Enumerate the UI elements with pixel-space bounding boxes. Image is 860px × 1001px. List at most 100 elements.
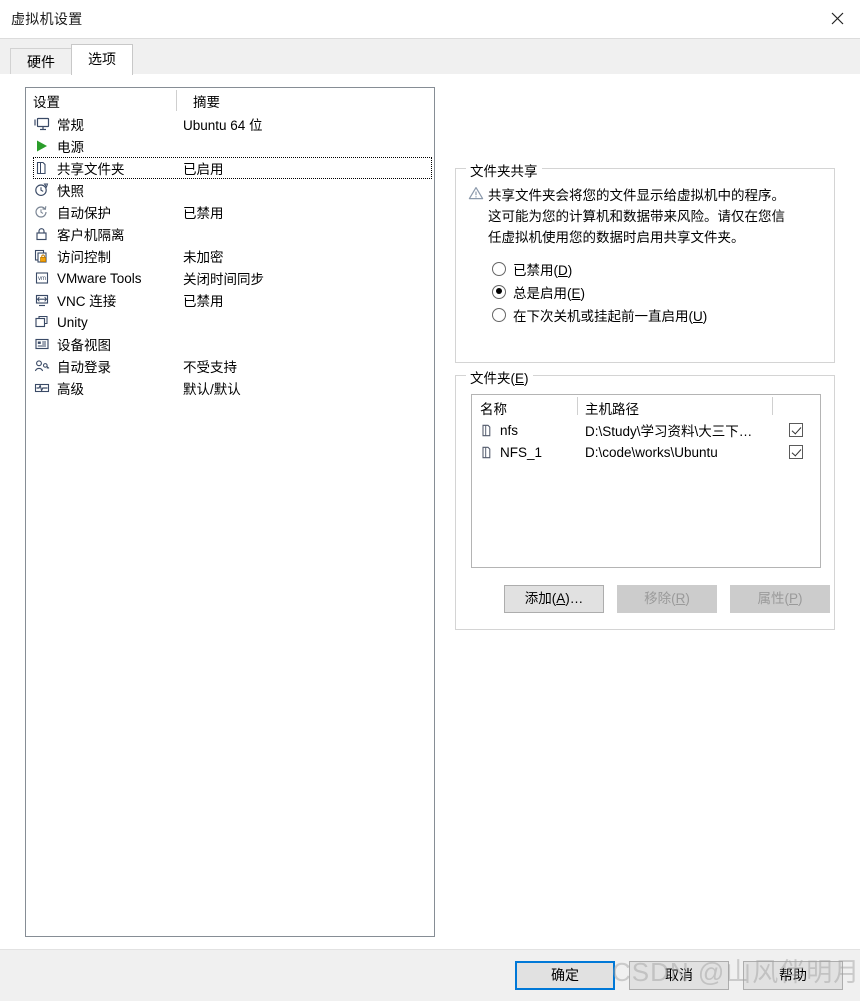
folder-icon: [33, 160, 51, 176]
folder-icon: [480, 424, 494, 437]
folders-group-label: 文件夹(E): [466, 367, 533, 387]
remove-folder-button[interactable]: 移除(R): [617, 585, 717, 613]
settings-row-summary: 已禁用: [183, 206, 224, 221]
folders-column-header-name: 名称: [480, 402, 507, 417]
tab-options[interactable]: 选项: [71, 44, 133, 75]
radio-mark: [492, 261, 506, 276]
folder-sharing-radio-group: 已禁用(D) 总是启用(E) 在下次关机或挂起前一直启用(U): [456, 248, 834, 326]
settings-row-label: 设备视图: [57, 338, 111, 353]
settings-row-label: 常规: [57, 118, 84, 133]
title-bar: 虚拟机设置: [0, 0, 860, 39]
folders-row-host-path: D:\code\works\Ubuntu: [585, 444, 718, 460]
folders-row-name-cell: nfs: [472, 423, 577, 438]
radio-disabled[interactable]: 已禁用(D): [492, 257, 834, 280]
folders-table-header: 名称 主机路径: [472, 395, 820, 419]
settings-row-summary: 已启用: [183, 162, 224, 177]
ok-button[interactable]: 确定: [515, 961, 615, 990]
settings-row-label: VNC 连接: [57, 294, 117, 309]
folders-row-enabled-cell[interactable]: [772, 423, 820, 437]
window-title: 虚拟机设置: [11, 11, 83, 27]
settings-row-label: 快照: [57, 184, 84, 199]
settings-row-power[interactable]: 电源: [26, 135, 434, 157]
settings-row-summary: 未加密: [183, 250, 224, 265]
settings-row-label: VMware Tools: [57, 270, 142, 286]
folder-sharing-group: 文件夹共享 共享文件夹会将您的文件显示给虚拟机中的程序。这可能为您的计算机和数据…: [455, 160, 835, 363]
settings-row-label: 自动登录: [57, 360, 111, 375]
settings-column-header-name: 设置: [33, 95, 60, 110]
snapshot-icon: [33, 182, 51, 198]
settings-row-device-view[interactable]: 设备视图: [26, 333, 434, 355]
folder-properties-button[interactable]: 属性(P): [730, 585, 830, 613]
settings-row-vnc[interactable]: VNC 连接 已禁用: [26, 289, 434, 311]
folders-header-divider-2: [772, 397, 773, 415]
device-view-icon: [33, 336, 51, 352]
folder-sharing-warning: 共享文件夹会将您的文件显示给虚拟机中的程序。这可能为您的计算机和数据带来风险。请…: [456, 169, 834, 248]
warning-triangle-icon: [468, 185, 488, 248]
folders-header-divider-1: [577, 397, 578, 415]
folder-sharing-group-label: 文件夹共享: [466, 160, 542, 180]
settings-row-advanced[interactable]: 高级 默认/默认: [26, 377, 434, 399]
settings-list-header: 设置 摘要: [26, 88, 434, 112]
settings-list-panel: 设置 摘要 常规 Ubuntu 64 位 电源 共享文件夹 已启用 快照 自动保…: [25, 87, 435, 937]
header-column-divider: [176, 90, 177, 111]
settings-row-summary: 不受支持: [183, 360, 237, 375]
dialog-footer: 确定 取消 帮助: [0, 949, 860, 1001]
power-play-icon: [33, 138, 51, 154]
settings-list: 常规 Ubuntu 64 位 电源 共享文件夹 已启用 快照 自动保护 已禁用 …: [26, 112, 434, 399]
settings-row-summary: 已禁用: [183, 294, 224, 309]
table-row[interactable]: nfs D:\Study\学习资料\大三下…: [472, 419, 820, 441]
settings-row-label: 自动保护: [57, 206, 111, 221]
autoprotect-icon: [33, 204, 51, 220]
advanced-icon: [33, 380, 51, 396]
add-folder-button[interactable]: 添加(A)…: [504, 585, 604, 613]
settings-row-autoprotect[interactable]: 自动保护 已禁用: [26, 201, 434, 223]
folders-group: 文件夹(E) 名称 主机路径 nfs D:\Study\学习资料\大三下… NF…: [455, 367, 835, 630]
monitor-icon: [33, 116, 51, 132]
folders-row-enabled-checkbox[interactable]: [789, 423, 803, 437]
folders-action-buttons: 添加(A)… 移除(R) 属性(P): [504, 585, 830, 613]
tab-strip: 硬件 选项: [0, 39, 860, 75]
settings-row-guest-isolation[interactable]: 客户机隔离: [26, 223, 434, 245]
settings-column-header-summary: 摘要: [193, 95, 220, 110]
settings-row-summary: Ubuntu 64 位: [183, 118, 263, 133]
auto-login-icon: [33, 358, 51, 374]
access-control-icon: [33, 248, 51, 264]
close-icon[interactable]: [814, 0, 860, 37]
settings-row-snapshot[interactable]: 快照: [26, 179, 434, 201]
settings-row-unity[interactable]: Unity: [26, 311, 434, 333]
folders-row-name: NFS_1: [500, 444, 543, 460]
dialog-content: 设置 摘要 常规 Ubuntu 64 位 电源 共享文件夹 已启用 快照 自动保…: [0, 75, 860, 951]
radio-mark: [492, 284, 506, 299]
settings-row-access-control[interactable]: 访问控制 未加密: [26, 245, 434, 267]
settings-row-label: 客户机隔离: [57, 228, 125, 243]
settings-row-label: 访问控制: [57, 250, 111, 265]
svg-text:vm: vm: [38, 276, 46, 282]
footer-buttons: 确定 取消 帮助: [515, 961, 843, 990]
radio-until-next-shutdown[interactable]: 在下次关机或挂起前一直启用(U): [492, 303, 834, 326]
radio-always-enabled[interactable]: 总是启用(E): [492, 280, 834, 303]
settings-row-general[interactable]: 常规 Ubuntu 64 位: [26, 113, 434, 135]
folders-table[interactable]: 名称 主机路径 nfs D:\Study\学习资料\大三下… NFS_1 D:\…: [471, 394, 821, 568]
folders-column-header-host-path: 主机路径: [585, 402, 639, 417]
folders-row-name-cell: NFS_1: [472, 445, 577, 460]
options-right-pane: 文件夹共享 共享文件夹会将您的文件显示给虚拟机中的程序。这可能为您的计算机和数据…: [455, 75, 845, 630]
folders-row-enabled-cell[interactable]: [772, 445, 820, 459]
settings-row-label: 电源: [57, 140, 84, 155]
radio-label: 已禁用(D): [513, 262, 573, 278]
settings-row-auto-login[interactable]: 自动登录 不受支持: [26, 355, 434, 377]
vnc-icon: [33, 292, 51, 308]
folder-sharing-warning-text: 共享文件夹会将您的文件显示给虚拟机中的程序。这可能为您的计算机和数据带来风险。请…: [488, 188, 785, 245]
folder-icon: [480, 446, 494, 459]
folders-row-enabled-checkbox[interactable]: [789, 445, 803, 459]
settings-row-label: 高级: [57, 382, 84, 397]
settings-row-shared-folders[interactable]: 共享文件夹 已启用: [33, 157, 432, 179]
help-button[interactable]: 帮助: [743, 961, 843, 990]
tab-hardware[interactable]: 硬件: [10, 48, 72, 75]
settings-row-summary: 关闭时间同步: [183, 272, 264, 287]
table-row[interactable]: NFS_1 D:\code\works\Ubuntu: [472, 441, 820, 463]
cancel-button[interactable]: 取消: [629, 961, 729, 990]
folders-row-name: nfs: [500, 422, 519, 438]
radio-mark: [492, 307, 506, 322]
folders-row-host-path: D:\Study\学习资料\大三下…: [585, 424, 753, 439]
settings-row-vmware-tools[interactable]: vm VMware Tools 关闭时间同步: [26, 267, 434, 289]
